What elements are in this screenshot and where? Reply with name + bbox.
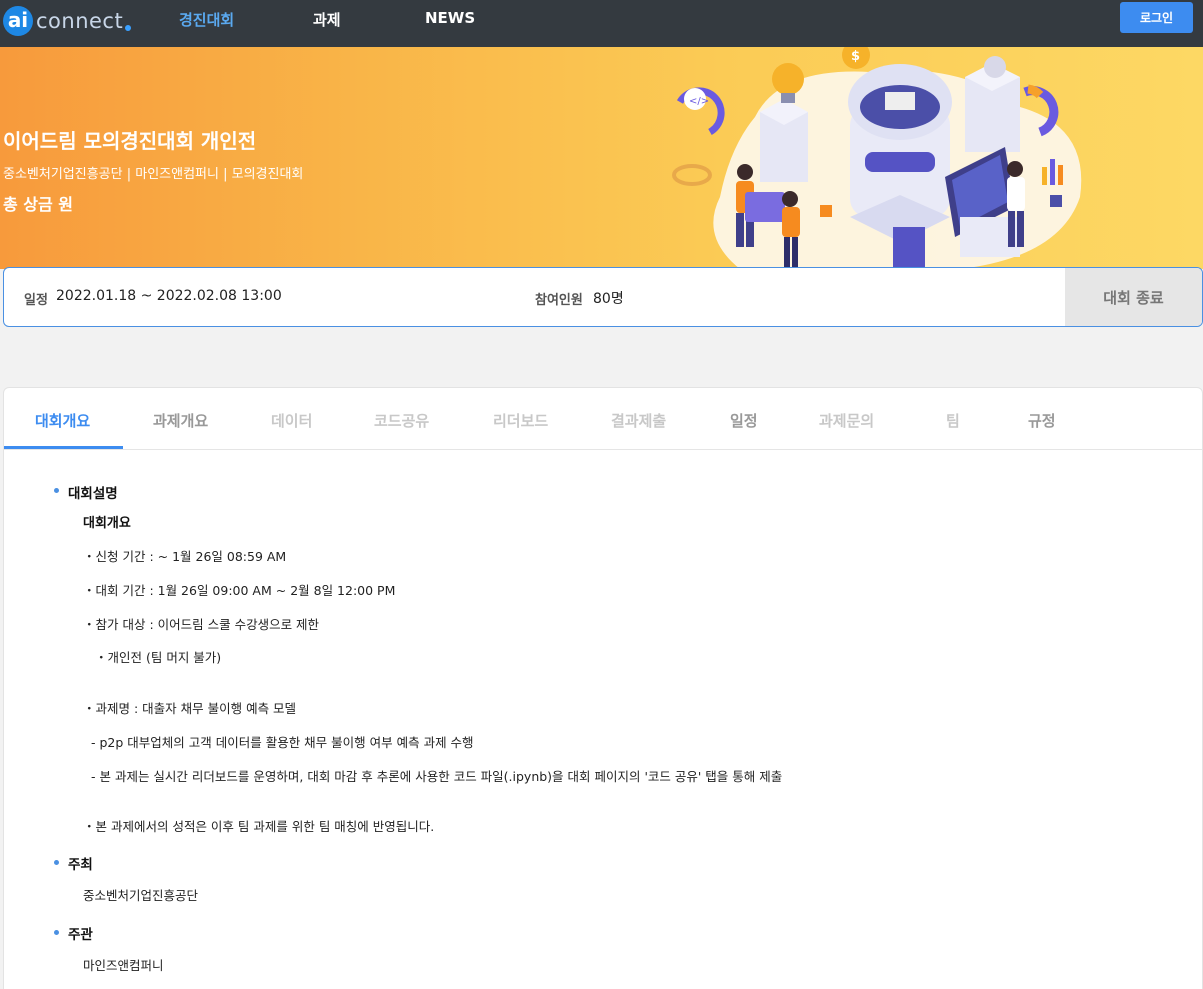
competition-hosts: 중소벤처기업진흥공단 | 마인즈앤컴퍼니 | 모의경진대회 (3, 167, 304, 182)
tab-schedule[interactable]: 일정 (730, 410, 758, 431)
organizer-value: 마인즈앤컴퍼니 (83, 958, 164, 973)
logo-ai-badge: ai (3, 6, 33, 36)
line-results-note: ・본 과제에서의 성적은 이후 팀 과제를 위한 팀 매칭에 반영됩니다. (83, 819, 435, 834)
tab-team[interactable]: 팀 (946, 410, 960, 431)
detail-tabs: 대회개요 과제개요 데이터 코드공유 리더보드 결과제출 일정 과제문의 팀 규… (4, 388, 1202, 450)
ai-isometric-illustration: </> $ (672, 47, 1082, 269)
nav-link-tasks[interactable]: 과제 (313, 9, 341, 30)
bullet-icon (54, 860, 59, 865)
participants-label: 참여인원 (535, 293, 583, 308)
aiconnect-logo[interactable]: ai connect (3, 5, 132, 37)
competition-info-bar: 일정 2022.01.18 ~ 2022.02.08 13:00 참여인원 80… (3, 267, 1203, 327)
svg-text:</>: </> (689, 96, 709, 107)
host-value: 중소벤처기업진흥공단 (83, 888, 199, 903)
line-eligibility: ・참가 대상 : 이어드림 스쿨 수강생으로 제한 (83, 617, 320, 632)
tab-task-overview[interactable]: 과제개요 (153, 410, 208, 431)
subsection-title-overview: 대회개요 (83, 516, 131, 531)
line-application-period: ・신청 기간 : ~ 1월 26일 08:59 AM (83, 549, 287, 564)
nav-link-competitions[interactable]: 경진대회 (179, 9, 234, 30)
hero-banner: 이어드림 모의경진대회 개인전 중소벤처기업진흥공단 | 마인즈앤컴퍼니 | 모… (0, 47, 1203, 269)
tab-data[interactable]: 데이터 (271, 410, 312, 431)
line-task-name: ・과제명 : 대출자 채무 불이행 예측 모델 (83, 701, 297, 716)
tab-rules[interactable]: 규정 (1028, 410, 1056, 431)
participants-value: 80명 (593, 291, 624, 307)
bullet-icon (54, 488, 59, 493)
section-title-host: 주최 (68, 857, 93, 873)
tab-inquiry[interactable]: 과제문의 (819, 410, 874, 431)
line-individual: ・개인전 (팀 머지 불가) (95, 650, 222, 665)
tab-overview[interactable]: 대회개요 (35, 410, 90, 431)
section-title-description: 대회설명 (68, 486, 118, 502)
active-tab-indicator (4, 446, 123, 449)
line-competition-period: ・대회 기간 : 1월 26일 09:00 AM ~ 2월 8일 12:00 P… (83, 583, 396, 598)
top-navbar: ai connect 경진대회 과제 NEWS 로그인 (0, 0, 1203, 47)
login-button[interactable]: 로그인 (1120, 2, 1193, 33)
schedule-label: 일정 (24, 293, 48, 308)
line-task-desc-2: - 본 과제는 실시간 리더보드를 운영하며, 대회 마감 후 추론에 사용한 … (91, 769, 783, 784)
tab-leaderboard[interactable]: 리더보드 (493, 410, 548, 431)
line-task-desc-1: - p2p 대부업체의 고객 데이터를 활용한 채무 불이행 여부 예측 과제 … (91, 735, 474, 750)
nav-link-news[interactable]: NEWS (425, 9, 475, 27)
competition-detail-card: 대회개요 과제개요 데이터 코드공유 리더보드 결과제출 일정 과제문의 팀 규… (3, 387, 1203, 989)
logo-dot (125, 25, 132, 31)
logo-wordmark: connect (36, 9, 124, 33)
competition-title: 이어드림 모의경진대회 개인전 (3, 129, 257, 153)
tab-code-share[interactable]: 코드공유 (374, 410, 429, 431)
bullet-icon (54, 930, 59, 935)
competition-ended-button[interactable]: 대회 종료 (1065, 268, 1202, 326)
svg-text:$: $ (851, 49, 860, 64)
schedule-value: 2022.01.18 ~ 2022.02.08 13:00 (56, 288, 282, 304)
section-title-organizer: 주관 (68, 927, 93, 943)
total-prize: 총 상금 원 (3, 195, 74, 214)
tab-submission[interactable]: 결과제출 (611, 410, 666, 431)
